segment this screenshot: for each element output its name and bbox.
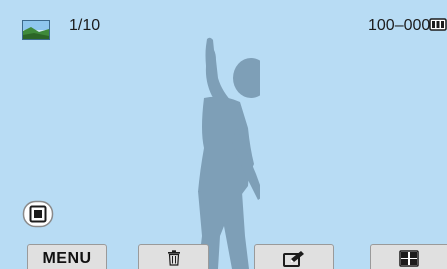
image-counter: 1/10 [69,17,101,34]
edit-button[interactable] [254,244,334,269]
delete-button[interactable] [138,244,209,269]
trash-icon [167,250,180,266]
menu-button[interactable]: MENU [27,244,107,269]
image-thumbnail-icon [22,20,50,40]
battery-icon [429,18,447,31]
photo-subject-silhouette [198,37,260,269]
thumbnail-grid-button[interactable] [370,244,447,269]
view-mode-button[interactable] [22,200,54,228]
photo-playback-screen: 1/10 100–0001 MENU [0,0,447,269]
menu-button-label: MENU [42,250,92,267]
thumbnail-grid-icon [399,250,419,267]
edit-icon [283,251,304,267]
